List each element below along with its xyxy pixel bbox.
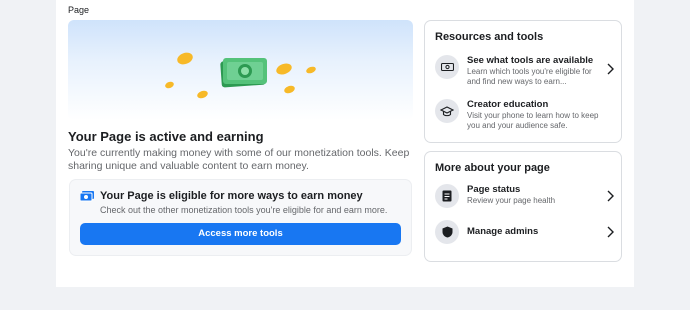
coin-icon xyxy=(175,50,195,67)
page-status-icon xyxy=(435,184,459,208)
resource-item-title: See what tools are available xyxy=(467,55,594,66)
chevron-right-icon xyxy=(607,226,614,238)
shield-icon xyxy=(435,220,459,244)
coin-icon xyxy=(196,89,209,100)
coin-icon xyxy=(283,84,296,95)
earning-title: Your Page is active and earning xyxy=(68,129,264,144)
access-more-tools-button[interactable]: Access more tools xyxy=(80,223,401,245)
page-status-item[interactable]: Page status Review your page health xyxy=(435,184,615,212)
more-about-card: More about your page Page status Review … xyxy=(425,152,621,261)
page-container: Page Your Page is active and earning You… xyxy=(56,0,634,287)
money-bill-icon xyxy=(220,58,267,88)
eligible-title: Your Page is eligible for more ways to e… xyxy=(100,190,363,202)
resource-item-creator-education[interactable]: Creator education Visit your phone to le… xyxy=(435,99,615,130)
resource-item-subtitle: Visit your phone to learn how to keep yo… xyxy=(467,111,599,130)
money-coins-illustration xyxy=(68,20,413,120)
resource-item-subtitle: Learn which tools you're eligible for an… xyxy=(467,67,592,86)
cash-icon xyxy=(80,191,94,202)
page-status-title: Page status xyxy=(467,184,521,195)
coin-icon xyxy=(305,65,317,75)
page-label: Page xyxy=(68,5,90,15)
eligible-subtitle: Check out the other monetization tools y… xyxy=(100,205,388,215)
resource-item-tools[interactable]: See what tools are available Learn which… xyxy=(435,55,615,86)
coin-icon xyxy=(274,61,294,77)
manage-admins-title: Manage admins xyxy=(467,226,539,237)
resources-title: Resources and tools xyxy=(435,31,544,43)
resource-item-title: Creator education xyxy=(467,99,549,110)
chevron-right-icon xyxy=(607,190,614,202)
page-status-subtitle: Review your page health xyxy=(467,196,556,205)
money-tools-icon xyxy=(435,55,459,79)
manage-admins-item[interactable]: Manage admins xyxy=(435,220,615,244)
graduation-cap-icon xyxy=(435,99,459,123)
earning-description: You're currently making money with some … xyxy=(68,147,410,172)
coin-icon xyxy=(164,80,175,90)
chevron-right-icon xyxy=(607,63,614,75)
more-about-title: More about your page xyxy=(435,162,550,174)
resources-card: Resources and tools See what tools are a… xyxy=(425,21,621,142)
eligible-card: Your Page is eligible for more ways to e… xyxy=(70,180,411,255)
